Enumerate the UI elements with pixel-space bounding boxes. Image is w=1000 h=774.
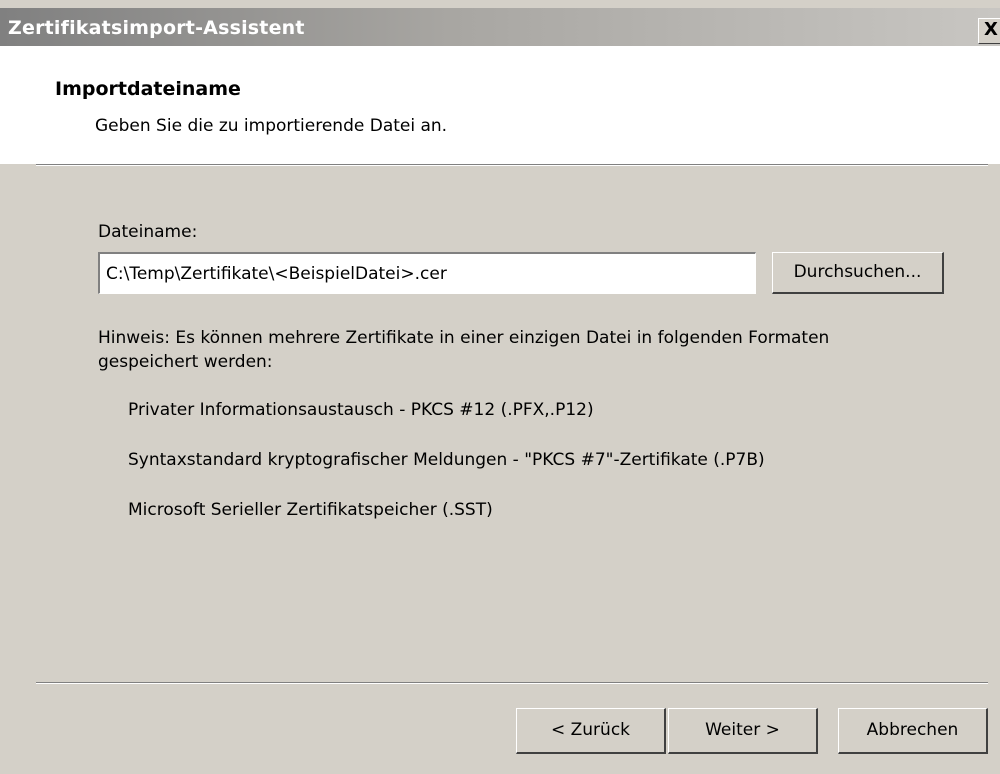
- wizard-header: [0, 46, 1000, 164]
- title-bar[interactable]: Zertifikatsimport-Assistent X: [0, 8, 1000, 46]
- header-divider: [36, 164, 988, 166]
- note-line-2: gespeichert werden:: [98, 352, 273, 372]
- certificate-import-wizard-window: Zertifikatsimport-Assistent X Importdate…: [0, 0, 1000, 774]
- browse-button[interactable]: Durchsuchen...: [772, 252, 944, 294]
- cancel-button[interactable]: Abbrechen: [838, 708, 988, 754]
- format-item-p7b: Syntaxstandard kryptografischer Meldunge…: [128, 450, 765, 470]
- footer-divider: [36, 682, 988, 684]
- next-button[interactable]: Weiter >: [668, 708, 818, 754]
- close-icon: X: [984, 19, 998, 40]
- back-button[interactable]: < Zurück: [516, 708, 666, 754]
- note-line-1: Hinweis: Es können mehrere Zertifikate i…: [98, 328, 830, 348]
- filename-label: Dateiname:: [98, 222, 198, 242]
- format-item-pfx: Privater Informationsaustausch - PKCS #1…: [128, 400, 594, 420]
- page-subtitle: Geben Sie die zu importierende Datei an.: [95, 116, 448, 136]
- format-item-sst: Microsoft Serieller Zertifikatspeicher (…: [128, 500, 493, 520]
- page-title: Importdateiname: [55, 78, 241, 100]
- close-button[interactable]: X: [978, 18, 1000, 44]
- filename-input[interactable]: [98, 252, 756, 294]
- window-title: Zertifikatsimport-Assistent: [8, 17, 305, 39]
